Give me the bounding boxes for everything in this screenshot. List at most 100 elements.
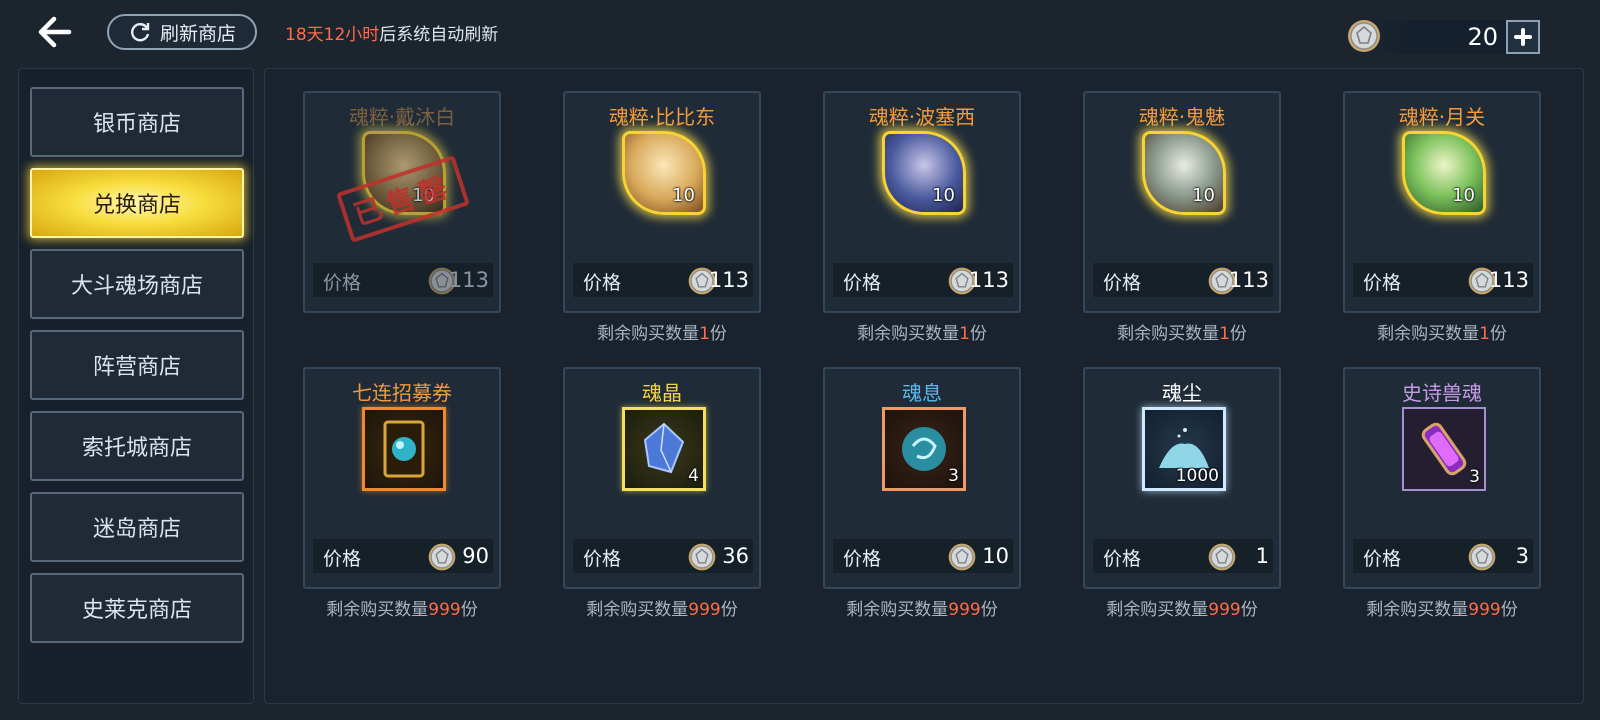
- price-label: 价格: [843, 272, 882, 294]
- remaining-quantity: 剩余购买数量1份: [823, 319, 1021, 344]
- item-quantity: 3: [1469, 467, 1480, 487]
- shop-item-card[interactable]: 魂粹·戴沐白 10 已售罄 价格 113: [303, 91, 501, 313]
- remaining-count: 1: [1479, 324, 1490, 344]
- remaining-prefix: 剩余购买数量: [857, 324, 960, 344]
- refresh-button-label: 刷新商店: [159, 22, 236, 45]
- remaining-quantity: 剩余购买数量1份: [1343, 319, 1541, 344]
- price-row: 价格 113: [573, 263, 753, 297]
- card-ticket-graphic: [383, 420, 425, 478]
- price-label: 价格: [323, 548, 362, 570]
- price-row: 价格 113: [1353, 263, 1533, 297]
- item-name: 魂粹·月关: [1398, 105, 1486, 129]
- price-row: 价格 36: [573, 539, 753, 573]
- shop-item-card[interactable]: 魂息 3 价格 10: [823, 367, 1021, 589]
- remaining-count: 1: [1219, 324, 1230, 344]
- silver-coin-icon: [1348, 20, 1380, 52]
- item-price: 90: [462, 544, 489, 568]
- item-name: 史诗兽魂: [1402, 381, 1482, 405]
- shop-item-grid: 魂粹·戴沐白 10 已售罄 价格 113 魂粹·比比东 10 价格 113 魂粹…: [264, 68, 1584, 704]
- item-icon: 1000: [1142, 407, 1226, 491]
- remaining-count: 999: [428, 600, 461, 620]
- shop-item-card[interactable]: 魂尘 1000 价格 1: [1083, 367, 1281, 589]
- item-name: 魂粹·波塞西: [868, 105, 976, 129]
- price-label: 价格: [323, 272, 362, 294]
- item-quantity: 10: [672, 185, 695, 206]
- remaining-count: 999: [1468, 600, 1501, 620]
- tab-faction-shop[interactable]: 阵营商店: [30, 330, 244, 400]
- refresh-shop-button[interactable]: 刷新商店: [107, 14, 257, 50]
- shop-item-card[interactable]: 魂粹·月关 10 价格 113: [1343, 91, 1541, 313]
- silver-coin-icon: [688, 543, 716, 571]
- remaining-prefix: 剩余购买数量: [586, 600, 689, 620]
- price-label: 价格: [843, 548, 882, 570]
- price-row: 价格 1: [1093, 539, 1273, 573]
- remaining-prefix: 剩余购买数量: [326, 600, 429, 620]
- item-price: 113: [1228, 268, 1269, 292]
- currency-amount: 20: [1467, 23, 1498, 51]
- shop-item-card[interactable]: 七连招募券 价格 90: [303, 367, 501, 589]
- tab-arena-shop[interactable]: 大斗魂场商店: [30, 249, 244, 319]
- item-name: 魂息: [902, 381, 942, 405]
- tab-silver-shop[interactable]: 银币商店: [30, 87, 244, 157]
- back-button[interactable]: [34, 14, 74, 50]
- item-icon: 10: [1142, 131, 1226, 215]
- remaining-prefix: 剩余购买数量: [597, 324, 700, 344]
- remaining-quantity: 剩余购买数量1份: [1083, 319, 1281, 344]
- item-name: 魂晶: [642, 381, 682, 405]
- add-currency-button[interactable]: [1506, 20, 1540, 54]
- price-label: 价格: [583, 272, 622, 294]
- hero-portrait-icon: 10: [622, 131, 706, 215]
- remaining-suffix: 份: [1500, 600, 1518, 620]
- hero-portrait-icon: 10: [882, 131, 966, 215]
- remaining-quantity: 剩余购买数量999份: [1343, 595, 1541, 620]
- item-name: 魂粹·鬼魅: [1138, 105, 1226, 129]
- silver-coin-icon: [948, 543, 976, 571]
- remaining-prefix: 剩余购买数量: [846, 600, 949, 620]
- remaining-prefix: 剩余购买数量: [1106, 600, 1209, 620]
- remaining-count: 1: [959, 324, 970, 344]
- shop-item-card[interactable]: 魂晶 4 价格 36: [563, 367, 761, 589]
- item-quantity: 10: [1452, 185, 1475, 206]
- refresh-timer: 18天12小时: [285, 25, 380, 45]
- soul-breath-icon: 3: [882, 407, 966, 491]
- shop-item-card[interactable]: 魂粹·鬼魅 10 价格 113: [1083, 91, 1281, 313]
- item-quantity: 1000: [1175, 466, 1219, 486]
- shop-item-card[interactable]: 魂粹·波塞西 10 价格 113: [823, 91, 1021, 313]
- shop-item-card[interactable]: 魂粹·比比东 10 价格 113: [563, 91, 761, 313]
- remaining-suffix: 份: [969, 324, 987, 344]
- remaining-suffix: 份: [980, 600, 998, 620]
- price-label: 价格: [583, 548, 622, 570]
- item-price: 36: [722, 544, 749, 568]
- tab-shrek-shop[interactable]: 史莱克商店: [30, 573, 244, 643]
- top-bar: 刷新商店 18天12小时后系统自动刷新 20: [0, 0, 1600, 66]
- tab-sotto-city-shop[interactable]: 索托城商店: [30, 411, 244, 481]
- tab-exchange-shop[interactable]: 兑换商店: [30, 168, 244, 238]
- price-row: 价格 113: [833, 263, 1013, 297]
- remaining-count: 999: [948, 600, 981, 620]
- remaining-quantity: 剩余购买数量999份: [563, 595, 761, 620]
- remaining-suffix: 份: [1240, 600, 1258, 620]
- tab-mystery-island-shop[interactable]: 迷岛商店: [30, 492, 244, 562]
- hero-portrait-icon: 10: [1142, 131, 1226, 215]
- remaining-suffix: 份: [720, 600, 738, 620]
- remaining-quantity: 剩余购买数量1份: [563, 319, 761, 344]
- item-name: 魂尘: [1162, 381, 1202, 405]
- remaining-suffix: 份: [1489, 324, 1507, 344]
- soul-dust-icon: 1000: [1142, 407, 1226, 491]
- item-icon: 4: [622, 407, 706, 491]
- refresh-icon: [130, 23, 150, 42]
- item-icon: 3: [882, 407, 966, 491]
- remaining-quantity: 剩余购买数量999份: [823, 595, 1021, 620]
- item-quantity: 10: [932, 185, 955, 206]
- refresh-note-text: 后系统自动刷新: [379, 25, 499, 45]
- item-name: 魂粹·戴沐白: [348, 105, 456, 129]
- shop-item-card[interactable]: 史诗兽魂 3 价格 3: [1343, 367, 1541, 589]
- hero-portrait-icon: 10: [1402, 131, 1486, 215]
- item-price: 10: [982, 544, 1009, 568]
- item-icon: 10: [882, 131, 966, 215]
- item-price: 113: [968, 268, 1009, 292]
- item-name: 魂粹·比比东: [608, 105, 716, 129]
- item-icon: 3: [1402, 407, 1486, 491]
- item-price: 113: [448, 268, 489, 292]
- item-icon: 10: [1402, 131, 1486, 215]
